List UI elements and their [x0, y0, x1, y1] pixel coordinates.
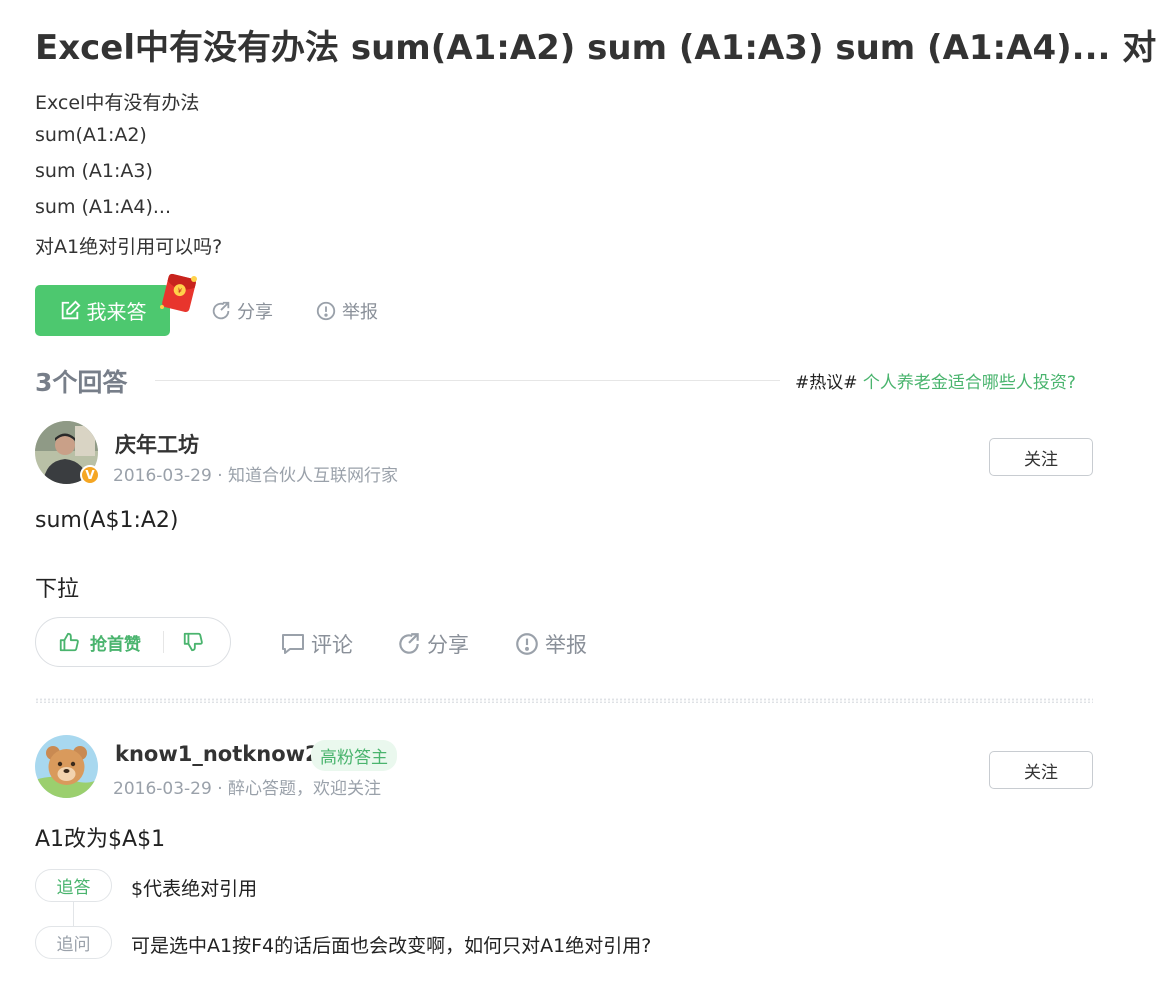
- question-body-line: Excel中有没有办法: [35, 92, 200, 114]
- comment-icon: [282, 634, 304, 654]
- share-icon: [212, 301, 230, 320]
- question-body-line: 对A1绝对引用可以吗?: [35, 236, 223, 258]
- thumb-down-icon: [183, 632, 203, 652]
- answer-button-label: 我来答: [86, 300, 147, 324]
- share-label: 分享: [237, 302, 273, 323]
- answer-content-line: 下拉: [35, 577, 80, 602]
- upvote-label: 抢首赞: [90, 634, 141, 655]
- thread-connector: [73, 902, 74, 927]
- answer-meta: 2016-03-29 · 醉心答题，欢迎关注: [113, 779, 382, 799]
- avatar[interactable]: [35, 735, 98, 798]
- report-icon: [516, 633, 538, 655]
- question-report-button[interactable]: 举报: [315, 298, 378, 324]
- followup-answer-text: $代表绝对引用: [131, 878, 258, 900]
- answer-content-line: sum(A$1:A2): [35, 508, 179, 533]
- question-title: Excel中有没有办法 sum(A1:A2) sum (A1:A3) sum (…: [35, 28, 1156, 68]
- share-label: 分享: [427, 633, 469, 657]
- question-body-line: sum (A1:A3): [35, 160, 153, 182]
- followup-question-text: 可是选中A1按F4的话后面也会改变啊，如何只对A1绝对引用?: [131, 935, 652, 957]
- followup-answer-tag: 追答: [35, 869, 112, 902]
- question-body-line: sum(A1:A2): [35, 124, 147, 146]
- followup-question-tag: 追问: [35, 926, 112, 959]
- hot-topic: #热议# 个人养老金适合哪些人投资?: [795, 368, 1076, 393]
- divider: [155, 380, 780, 381]
- edit-icon: [61, 300, 80, 319]
- answer-content-line: A1改为$A$1: [35, 827, 166, 852]
- avatar-bear: [35, 735, 98, 798]
- hot-topic-tag: #热议#: [795, 373, 858, 393]
- follow-button[interactable]: 关注: [989, 438, 1093, 476]
- answer-count: 3个回答: [35, 368, 128, 397]
- answer-meta: 2016-03-29 · 知道合伙人互联网行家: [113, 466, 399, 486]
- upvote-button[interactable]: 抢首赞: [36, 618, 141, 666]
- report-icon: [316, 301, 336, 321]
- hot-topic-link[interactable]: 个人养老金适合哪些人投资?: [863, 373, 1076, 393]
- report-label: 举报: [342, 302, 378, 323]
- high-fan-badge: 高粉答主: [311, 740, 397, 771]
- answer-username[interactable]: 庆年工坊: [115, 429, 199, 459]
- verified-badge: V: [80, 465, 100, 485]
- answer-report-button[interactable]: 举报: [514, 629, 587, 659]
- downvote-button[interactable]: [164, 618, 204, 666]
- answer-divider: [35, 698, 1093, 703]
- comment-button[interactable]: 评论: [280, 629, 353, 659]
- question-share-button[interactable]: 分享: [210, 298, 273, 324]
- red-packet-icon: ¥: [160, 273, 197, 313]
- follow-button[interactable]: 关注: [989, 751, 1093, 789]
- report-label: 举报: [545, 633, 587, 657]
- answer-button[interactable]: 我来答: [35, 285, 170, 336]
- share-icon: [399, 633, 419, 654]
- answer-share-button[interactable]: 分享: [396, 629, 469, 659]
- question-body-line: sum (A1:A4)...: [35, 196, 172, 218]
- vote-group: 抢首赞: [35, 617, 231, 667]
- comment-label: 评论: [311, 633, 353, 657]
- answer-username[interactable]: know1_notknow2: [115, 742, 320, 766]
- thumb-up-icon: [59, 632, 79, 652]
